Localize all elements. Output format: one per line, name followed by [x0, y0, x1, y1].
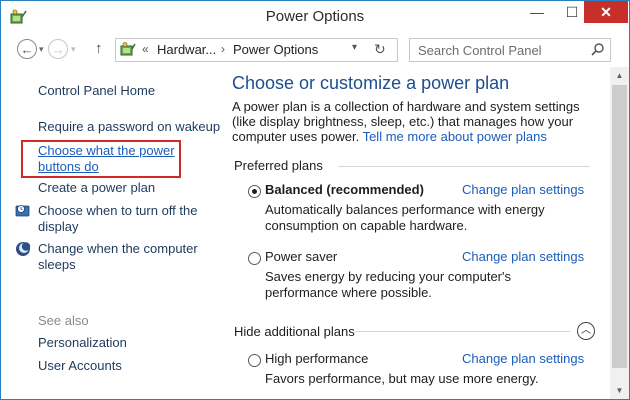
- scrollbar-thumb[interactable]: [612, 85, 627, 368]
- intro-text: A power plan is a collection of hardware…: [232, 99, 597, 144]
- scroll-down-arrow-icon[interactable]: ▼: [610, 382, 629, 399]
- page-title: Choose or customize a power plan: [232, 73, 510, 93]
- search-icon[interactable]: [590, 42, 606, 58]
- user-accounts-link[interactable]: User Accounts: [38, 358, 122, 374]
- hide-additional-plans-heading: Hide additional plans: [234, 324, 355, 339]
- up-button[interactable]: ↑: [95, 40, 103, 57]
- maximize-button[interactable]: ☐: [557, 1, 587, 23]
- power-saver-plan-name[interactable]: Power saver: [265, 249, 337, 264]
- recent-locations-arrow-icon[interactable]: ▾: [39, 44, 44, 55]
- display-clock-icon: [15, 205, 30, 217]
- high-performance-plan-description: Favors performance, but may use more ene…: [265, 371, 539, 386]
- preferred-plans-divider: [338, 166, 590, 167]
- sleep-moon-icon: [16, 242, 31, 256]
- additional-plans-divider: [355, 331, 570, 332]
- back-button[interactable]: ←: [17, 39, 37, 59]
- address-bar[interactable]: « Hardwar... › Power Options ▾ ↻: [115, 38, 398, 62]
- preferred-plans-heading: Preferred plans: [234, 158, 323, 173]
- vertical-scrollbar[interactable]: ▲ ▼: [610, 67, 629, 399]
- task-pane: Control Panel Home Require a password on…: [1, 67, 220, 399]
- control-panel-home-link[interactable]: Control Panel Home: [38, 83, 155, 99]
- main-content: Choose or customize a power plan A power…: [220, 67, 610, 399]
- refresh-icon[interactable]: ↻: [374, 41, 386, 58]
- address-overflow-chevrons[interactable]: «: [142, 42, 149, 56]
- forward-button[interactable]: →: [48, 39, 68, 59]
- high-performance-radio[interactable]: [248, 354, 261, 367]
- search-box[interactable]: Search Control Panel: [409, 38, 611, 62]
- power-saver-radio[interactable]: [248, 252, 261, 265]
- require-password-link[interactable]: Require a password on wakeup: [38, 119, 220, 135]
- control-panel-icon: [120, 42, 136, 56]
- balanced-change-settings-link[interactable]: Change plan settings: [462, 182, 584, 197]
- change-sleep-link[interactable]: Change when the computer sleeps: [38, 241, 198, 273]
- see-also-heading: See also: [38, 313, 89, 328]
- navigation-bar: ← → ▾ ▾ ↑ « Hardwar... › Power Options ▾…: [1, 34, 629, 66]
- high-performance-change-settings-link[interactable]: Change plan settings: [462, 351, 584, 366]
- search-input[interactable]: Search Control Panel: [418, 43, 542, 58]
- balanced-radio[interactable]: [248, 185, 261, 198]
- minimize-button[interactable]: —: [522, 1, 552, 23]
- change-sleep-line2: sleeps: [38, 257, 76, 272]
- power-options-window: Power Options — ☐ ✕ ← → ▾ ▾ ↑ « Hardwar.…: [0, 0, 630, 400]
- high-performance-plan-name[interactable]: High performance: [265, 351, 368, 366]
- power-saver-change-settings-link[interactable]: Change plan settings: [462, 249, 584, 264]
- address-dropdown-icon[interactable]: ▾: [352, 42, 357, 53]
- turn-off-display-line2: display: [38, 219, 79, 234]
- turn-off-display-link[interactable]: Choose when to turn off the display: [38, 203, 197, 235]
- choose-power-buttons-line1: Choose what the power: [38, 143, 175, 158]
- history-dropdown-icon[interactable]: ▾: [71, 44, 76, 55]
- breadcrumb-power-options[interactable]: Power Options: [233, 42, 318, 57]
- breadcrumb-separator[interactable]: ›: [221, 42, 225, 56]
- choose-power-buttons-line2: buttons do: [38, 159, 99, 174]
- title-bar: Power Options — ☐ ✕: [1, 1, 629, 33]
- collapse-chevron-up-icon[interactable]: ︿: [577, 322, 595, 340]
- balanced-plan-name[interactable]: Balanced (recommended): [265, 182, 424, 197]
- choose-power-buttons-link[interactable]: Choose what the power buttons do: [38, 143, 175, 175]
- breadcrumb-hardware[interactable]: Hardwar...: [157, 42, 216, 57]
- close-button[interactable]: ✕: [584, 1, 628, 23]
- change-sleep-line1: Change when the computer: [38, 241, 198, 256]
- create-power-plan-link[interactable]: Create a power plan: [38, 180, 155, 196]
- personalization-link[interactable]: Personalization: [38, 335, 127, 351]
- radio-selected-dot: [252, 189, 257, 194]
- turn-off-display-line1: Choose when to turn off the: [38, 203, 198, 218]
- balanced-plan-description: Automatically balances performance with …: [265, 202, 545, 233]
- power-saver-plan-description: Saves energy by reducing your computer's…: [265, 269, 511, 300]
- power-plans-help-link[interactable]: Tell me more about power plans: [363, 129, 547, 144]
- scroll-up-arrow-icon[interactable]: ▲: [610, 67, 629, 84]
